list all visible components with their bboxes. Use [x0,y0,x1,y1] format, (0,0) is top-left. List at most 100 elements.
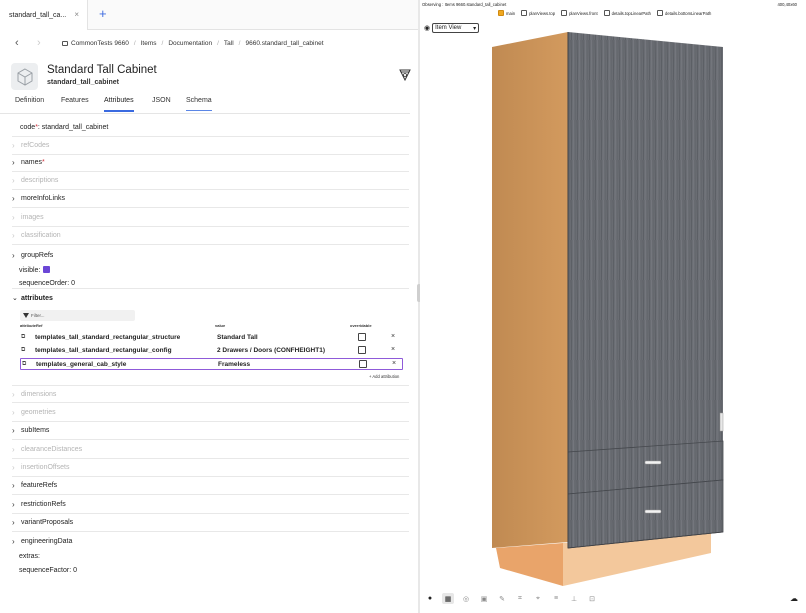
section-insertionoffsets[interactable]: › insertionOffsets [12,459,409,477]
section-restrictionrefs[interactable]: › restrictionRefs [12,496,409,514]
cabinet-tool-icon[interactable] [399,69,411,81]
close-icon[interactable]: × [74,11,79,19]
chevron-down-icon: ▾ [473,25,477,32]
lines-icon[interactable]: ≡ [550,593,562,604]
section-dimensions[interactable]: › dimensions [12,385,409,403]
item-editor-panel: standard_tall_ca... × + ‹ › CommonTests … [0,0,418,613]
view-mode-dropdown[interactable]: Item View ▾ [432,23,480,33]
box-icon[interactable]: ▣ [478,593,490,604]
overridable-checkbox[interactable] [359,360,367,368]
sequence-factor-field[interactable]: sequenceFactor: 0 [19,567,77,574]
section-featurerefs[interactable]: › featureRefs [12,477,409,495]
tab-definition[interactable]: Definition [15,97,44,110]
hierarchy-icon[interactable]: ⊥ [568,593,580,604]
section-moreinfolinks[interactable]: › moreInfoLinks [12,190,409,208]
filter-placeholder: Filter... [31,313,45,318]
view-mode-select[interactable]: ◉ Item View ▾ [424,23,480,33]
attribute-value[interactable]: 2 Drawers / Doors (CONFHEIGHT1) [217,347,325,354]
item-tabs: Definition Features Attributes JSON Sche… [0,95,410,114]
breadcrumb-tall[interactable]: Tall [224,40,234,47]
crosshair-icon[interactable]: ⌖ [532,593,544,604]
layer-checkbox[interactable] [656,10,663,16]
frame-icon[interactable]: ⌗ [514,593,526,604]
attribute-row[interactable]: ⧉ templates_tall_standard_rectangular_co… [20,345,403,357]
tab-json[interactable]: JSON [152,97,171,110]
section-refcodes[interactable]: › refCodes [12,137,409,155]
section-label: descriptions [21,177,59,184]
layer-planviews-front[interactable]: planViews.front [561,10,598,16]
target-icon[interactable]: ◎ [460,593,472,604]
section-subitems[interactable]: › subItems [12,422,409,440]
layer-details-bottom[interactable]: details.bottomLinearPath [656,10,711,16]
section-clearancedistances[interactable]: › clearanceDistances [12,441,409,459]
section-label: dimensions [21,390,57,398]
tab-attributes[interactable]: Attributes [104,97,134,112]
breadcrumb-catalog[interactable]: CommonTests 9660 [71,40,129,47]
item-header: Standard Tall Cabinet standard_tall_cabi… [11,63,411,93]
layer-planviews-top[interactable]: planViews.top [521,10,555,16]
cloud-upload-icon[interactable]: ☁ [790,594,798,603]
pencil-icon[interactable]: ✎ [496,593,508,604]
chevron-right-icon: › [12,158,15,167]
section-engineeringdata[interactable]: › engineeringData [12,532,409,550]
code-value[interactable]: : standard_tall_cabinet [38,124,108,131]
layer-checkbox[interactable] [561,10,568,16]
external-link-icon[interactable]: ⧉ [22,361,26,368]
layer-checkbox[interactable] [498,10,504,16]
section-names[interactable]: › names * [12,154,409,172]
add-attribution-button[interactable]: + Add attribution [369,374,399,379]
camera-icon[interactable]: ⊡ [586,593,598,604]
section-label: groupRefs [21,251,54,259]
chevron-right-icon: › [12,463,15,472]
overridable-checkbox[interactable] [358,346,366,354]
page-subtitle: standard_tall_cabinet [47,79,119,86]
layer-label: main [506,10,516,16]
section-classification[interactable]: › classification [12,227,409,245]
attribute-value[interactable]: Standard Tall [217,334,258,341]
section-variantproposals[interactable]: › variantProposals [12,514,409,532]
layer-checkbox[interactable] [603,10,610,16]
new-tab-button[interactable]: + [99,7,107,21]
delete-attribute-button[interactable]: × [391,333,395,340]
section-images[interactable]: › images [12,209,409,227]
external-link-icon[interactable]: ⧉ [21,334,25,341]
delete-attribute-button[interactable]: × [392,360,396,367]
layer-details-top[interactable]: details.topLinearPath [603,10,651,16]
layer-label: planViews.top [529,10,556,16]
section-label: featureRefs [21,482,58,489]
tab-features[interactable]: Features [61,97,89,110]
overridable-checkbox[interactable] [358,333,366,341]
chevron-right-icon: › [12,231,15,240]
attribute-ref: templates_tall_standard_rectangular_stru… [35,334,181,341]
column-header-attributeref: attributeRef [20,323,43,328]
attribute-value[interactable]: Frameless [218,361,250,368]
tab-schema[interactable]: Schema [186,97,212,111]
layer-checkbox[interactable] [521,10,528,16]
section-label: names [21,159,43,166]
3d-viewport[interactable] [420,0,806,613]
section-grouprefs[interactable]: › groupRefs [12,246,409,264]
attribute-row-selected[interactable]: ⧉ templates_general_cab_style Frameless … [20,358,403,370]
section-label: insertionOffsets [21,464,70,471]
external-link-icon[interactable]: ⧉ [21,347,25,354]
attribute-filter-input[interactable]: Filter... [20,310,135,321]
section-descriptions[interactable]: › descriptions [12,172,409,190]
section-attributes[interactable]: ⌄ attributes [12,294,53,302]
attribute-ref: templates_general_cab_style [36,361,127,368]
layer-toggles: main planViews.top planViews.front detai… [498,10,717,16]
tab-standard-tall-cabinet[interactable]: standard_tall_ca... × [0,0,88,30]
layer-main[interactable]: main [498,10,515,16]
breadcrumb-documentation[interactable]: Documentation [168,40,212,47]
section-geometries[interactable]: › geometries [12,404,409,422]
section-label: geometries [21,409,56,416]
visible-field: visible: [19,266,51,274]
delete-attribute-button[interactable]: × [391,346,395,353]
grid-icon[interactable]: ▦ [442,593,454,604]
breadcrumb-items[interactable]: Items [141,40,157,47]
section-label: attributes [21,295,53,302]
forward-arrow-icon[interactable]: › [37,37,41,49]
visible-color-swatch[interactable] [43,266,51,273]
back-arrow-icon[interactable]: ‹ [15,37,19,49]
palette-icon[interactable]: ● [424,593,436,604]
attribute-row[interactable]: ⧉ templates_tall_standard_rectangular_st… [20,332,403,344]
